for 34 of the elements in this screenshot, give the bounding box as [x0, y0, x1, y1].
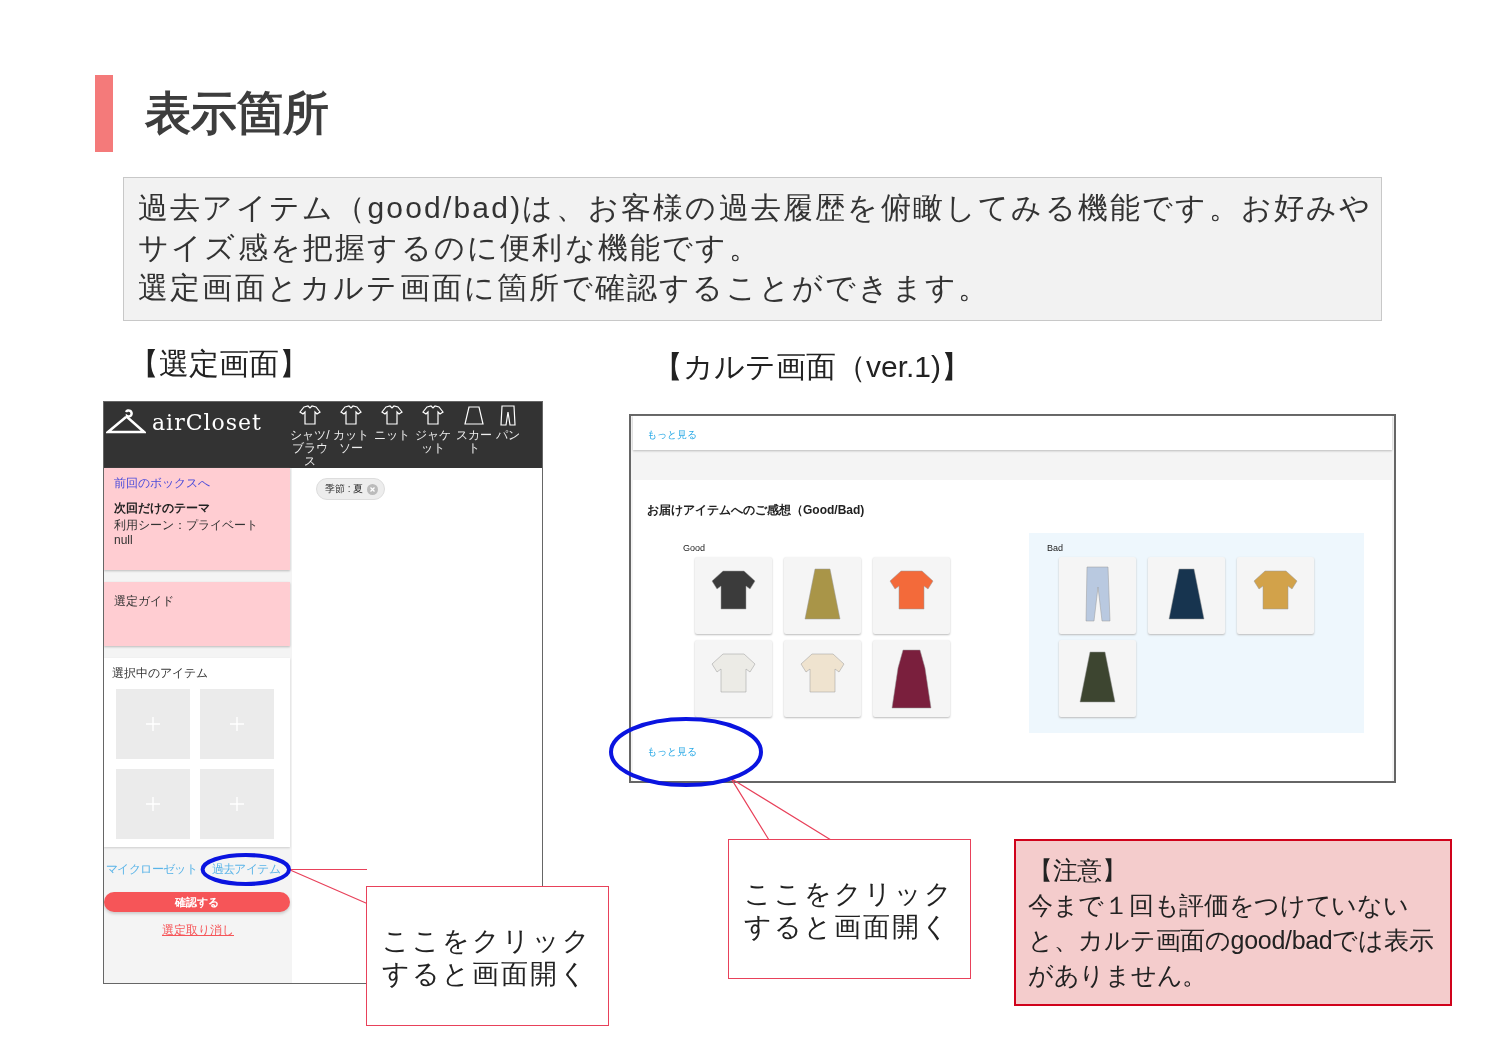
category-tab[interactable]: パン: [495, 404, 521, 468]
hanger-icon: [106, 408, 146, 436]
guide-title: 選定ガイド: [114, 594, 175, 609]
note-title: 【注意】: [1028, 855, 1128, 886]
chip-label: 季節 : 夏: [325, 482, 364, 496]
category-tab[interactable]: ニット: [372, 404, 412, 468]
group-label: Bad: [1047, 543, 1064, 553]
logo-text: airCloset: [152, 409, 262, 435]
shirt-icon: [298, 404, 322, 427]
shirt-icon: [339, 404, 363, 427]
theme-title: 次回だけのテーマ: [114, 501, 211, 516]
selected-items-title: 選択中のアイテム: [112, 666, 209, 681]
theme-text: null: [114, 533, 134, 548]
description-text: 選定画面とカルテ画面に箇所で確認することができます。: [138, 270, 992, 306]
close-icon[interactable]: [367, 483, 379, 495]
category-tab[interactable]: ジャケット: [413, 404, 453, 468]
note-text: 今まで１回も評価をつけていないと、カルテ画面のgood/badでは表示がありません。: [1028, 890, 1435, 991]
callout-text: ここをクリックすると画面開く: [744, 878, 955, 944]
description-text: 過去アイテム（good/bad)は、お客様の過去履歴を俯瞰してみる機能です。お好みやサイズ感を把握するのに便利な機能です。: [138, 190, 1373, 266]
category-tab[interactable]: スカート: [454, 404, 494, 468]
shirt-icon: [380, 404, 404, 427]
previous-box-link[interactable]: 前回のボックスへ: [114, 476, 280, 491]
shirt-icon: [421, 404, 445, 427]
filter-chip[interactable]: 季節 : 夏: [316, 478, 386, 500]
skirt-icon: [462, 404, 486, 427]
category-tab[interactable]: シャツ/ブラウス: [290, 404, 330, 468]
feedback-title: お届けアイテムへのご感想（Good/Bad): [647, 502, 866, 519]
callout-text: ここをクリックすると画面開く: [382, 925, 593, 991]
group-label: Good: [683, 543, 707, 553]
section-heading: 【カルテ画面（ver.1)】: [652, 349, 973, 385]
category-tab[interactable]: カットソー: [331, 404, 371, 468]
theme-text: 利用シーン：プライベート: [114, 518, 259, 533]
slide-title: 表示箇所: [145, 85, 329, 141]
section-heading: 【選定画面】: [128, 346, 310, 382]
